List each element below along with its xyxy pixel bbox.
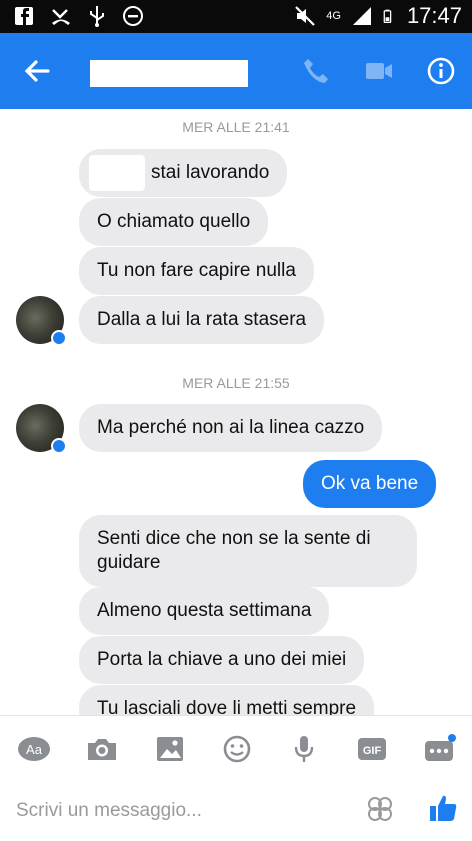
facebook-notification-icon (15, 7, 33, 25)
contact-avatar[interactable] (16, 296, 67, 346)
message-input[interactable]: Scrivi un messaggio... (16, 800, 202, 822)
text-size-icon[interactable]: Aa (17, 734, 51, 764)
svg-text:Aa: Aa (26, 742, 43, 757)
messenger-badge-icon (51, 330, 67, 346)
message-bubble-incoming[interactable]: O chiamato quello (79, 198, 269, 246)
message-bubble-outgoing[interactable]: Ok va bene (303, 460, 437, 508)
stickers-icon[interactable] (366, 795, 394, 823)
signal-icon (352, 7, 371, 25)
date-separator: MER ALLE 21:41 (182, 119, 290, 135)
network-type: 4G (326, 10, 341, 22)
redacted-block (89, 154, 145, 191)
message-bubble-incoming[interactable]: Ma perché non ai la linea cazzo (79, 404, 383, 452)
info-icon[interactable] (425, 55, 457, 87)
message-bubble-incoming[interactable]: Tu non fare capire nulla (79, 247, 314, 295)
date-separator: MER ALLE 21:55 (182, 375, 290, 391)
status-bar: 4G 17:47 (0, 0, 472, 33)
message-bubble-incoming[interactable]: Tu lasciali dove li metti sempre (79, 685, 375, 715)
more-icon[interactable] (422, 734, 456, 764)
usb-icon (90, 6, 104, 27)
status-time: 17:47 (406, 3, 462, 28)
message-bubble-incoming[interactable]: stai lavorando (79, 149, 288, 197)
svg-text:GIF: GIF (363, 745, 382, 757)
message-bubble-incoming[interactable]: Almeno questa settimana (79, 587, 330, 635)
camera-icon[interactable] (85, 734, 119, 764)
contact-name[interactable] (90, 60, 248, 87)
missed-call-icon (52, 9, 70, 25)
gif-icon[interactable]: GIF (355, 734, 389, 764)
conversation-header (0, 33, 472, 109)
back-arrow-icon[interactable] (22, 56, 52, 86)
microphone-icon[interactable] (287, 734, 321, 764)
message-bubble-incoming[interactable]: Dalla a lui la rata stasera (79, 296, 325, 344)
messenger-badge-icon (51, 438, 67, 454)
mute-icon (295, 6, 316, 26)
image-icon[interactable] (153, 734, 187, 764)
message-bubble-incoming[interactable]: Porta la chiave a uno dei miei (79, 636, 365, 684)
video-icon[interactable] (363, 55, 395, 87)
do-not-disturb-icon (123, 6, 143, 26)
contact-avatar[interactable] (16, 404, 67, 454)
message-bubble-incoming[interactable]: Senti dice che non se la sente di guidar… (79, 515, 417, 587)
like-icon[interactable] (427, 792, 459, 824)
composer-toolbar: Aa GIF Scrivi un messaggio... (0, 715, 472, 841)
battery-icon (383, 9, 392, 23)
message-list[interactable]: MER ALLE 21:41 stai lavorando O chiamato… (0, 109, 472, 715)
emoji-icon[interactable] (220, 734, 254, 764)
phone-icon[interactable] (300, 55, 332, 87)
